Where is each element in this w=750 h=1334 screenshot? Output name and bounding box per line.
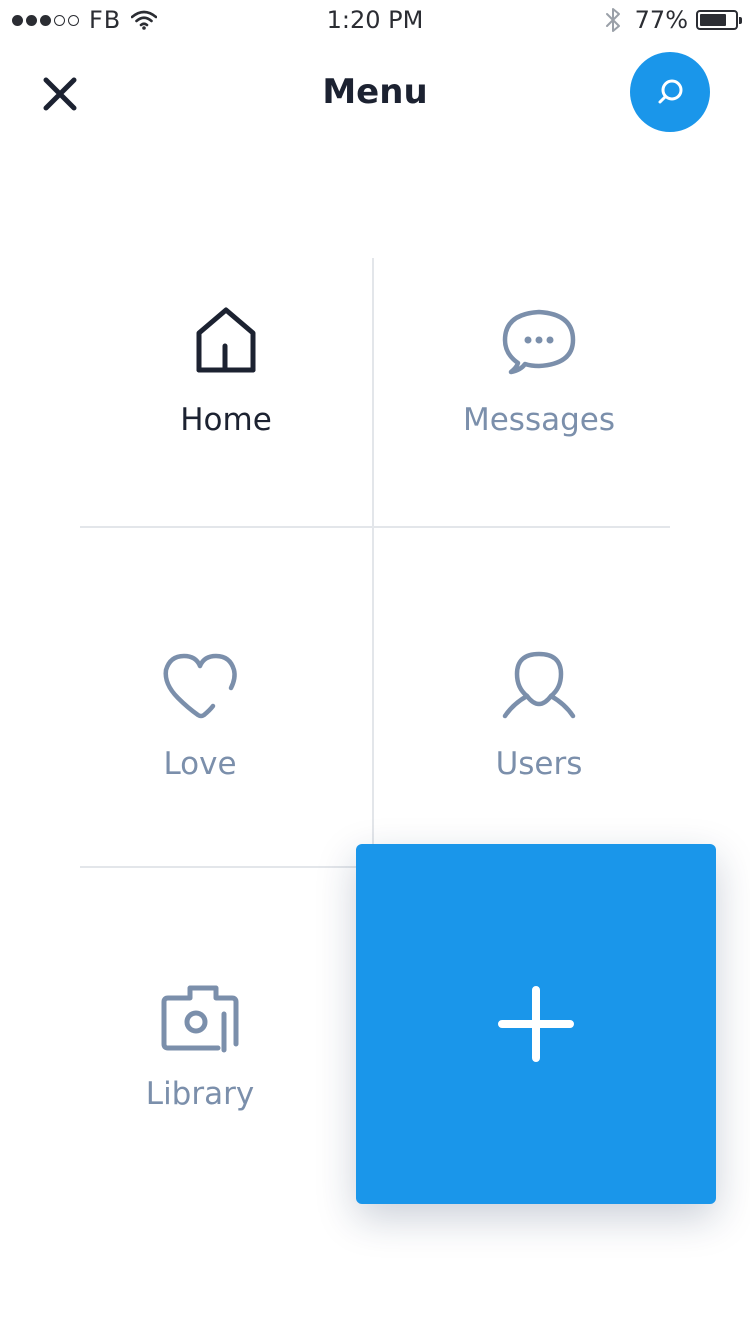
menu-item-messages[interactable]: Messages: [374, 300, 704, 438]
menu-item-label: Library: [145, 1076, 255, 1112]
status-right: 77%: [605, 6, 742, 34]
grid-divider-horizontal: [80, 866, 356, 868]
search-button[interactable]: [630, 52, 710, 132]
menu-item-label: Love: [163, 746, 237, 782]
menu-item-label: Users: [495, 746, 583, 782]
plus-icon: [498, 986, 574, 1062]
heart-icon: [163, 653, 237, 719]
menu-item-label: Messages: [462, 402, 616, 438]
home-icon: [196, 307, 256, 373]
battery-fill: [700, 14, 727, 26]
user-icon: [502, 651, 576, 719]
grid-divider-horizontal: [80, 526, 670, 528]
search-icon: [658, 79, 683, 104]
camera-icon: [161, 985, 239, 1053]
menu-item-library[interactable]: Library: [80, 980, 320, 1112]
status-bar: FB 1:20 PM 77%: [0, 0, 750, 40]
battery-percent: 77%: [634, 6, 688, 34]
menu-item-label: Home: [180, 402, 272, 438]
menu-item-love[interactable]: Love: [80, 648, 320, 782]
add-button[interactable]: [356, 844, 716, 1204]
bluetooth-icon: [605, 8, 620, 32]
menu-item-home[interactable]: Home: [80, 300, 372, 438]
battery-icon: [696, 10, 742, 30]
menu-item-users[interactable]: Users: [374, 648, 704, 782]
chat-bubble-icon: [502, 309, 576, 375]
